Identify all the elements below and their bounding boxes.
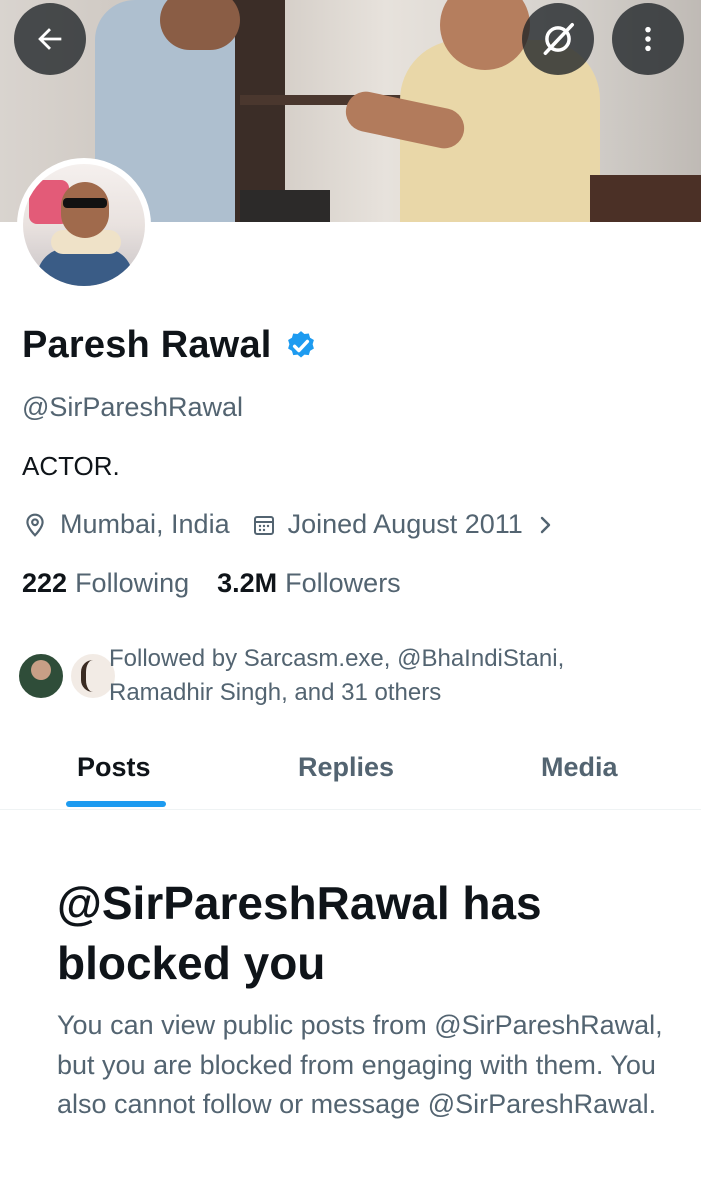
avatar: [17, 652, 65, 700]
active-tab-indicator: [66, 801, 166, 807]
profile-bio: ACTOR.: [22, 451, 120, 481]
blocked-message: You can view public posts from @SirPares…: [57, 1010, 663, 1119]
profile-meta: Mumbai, India Joined August 2011: [22, 509, 567, 540]
profile-avatar[interactable]: [17, 158, 151, 292]
grok-button[interactable]: [522, 3, 594, 75]
more-vertical-icon: [645, 26, 651, 52]
tab-media[interactable]: Media: [541, 752, 618, 783]
avatar-face: [61, 182, 109, 238]
verified-badge-icon[interactable]: [284, 329, 318, 363]
following-label: Following: [75, 568, 190, 598]
chevron-right-icon: [537, 513, 567, 537]
profile-handle: @SirPareshRawal: [22, 392, 243, 422]
profile-tabs: Posts Replies Media: [0, 740, 701, 810]
back-button[interactable]: [14, 3, 86, 75]
grok-icon: [543, 23, 574, 55]
tab-replies[interactable]: Replies: [298, 752, 394, 783]
following-link[interactable]: 222 Following: [22, 568, 189, 599]
calendar-icon: [253, 515, 274, 535]
profile-name: Paresh Rawal: [22, 324, 318, 367]
follow-counts: 222 Following 3.2M Followers: [22, 568, 401, 599]
tab-posts[interactable]: Posts: [77, 752, 151, 783]
followed-by-text[interactable]: Followed by Sarcasm.exe, @BhaIndiStani, …: [109, 642, 669, 710]
followers-count: 3.2M: [217, 568, 278, 598]
location-text: Mumbai, India: [60, 509, 230, 539]
followed-by-avatars[interactable]: [17, 652, 117, 700]
banner-books: [240, 190, 330, 222]
banner-switchboard: [590, 175, 701, 222]
profile-name-text: Paresh Rawal: [22, 324, 272, 366]
followers-link[interactable]: 3.2M Followers: [217, 568, 401, 599]
joined-item[interactable]: Joined August 2011: [252, 509, 567, 540]
banner-person-left-head: [160, 0, 240, 50]
avatar: [23, 164, 145, 286]
following-count: 222: [22, 568, 68, 598]
followers-label: Followers: [285, 568, 401, 598]
arrow-left-icon: [38, 28, 62, 50]
location-pin-icon: [26, 513, 44, 537]
blocked-title: @SirPareshRawal has blocked you: [57, 877, 542, 989]
avatar-sunglasses: [63, 198, 107, 208]
location-item: Mumbai, India: [22, 509, 230, 540]
joined-text: Joined August 2011: [287, 509, 523, 539]
more-options-button[interactable]: [612, 3, 684, 75]
